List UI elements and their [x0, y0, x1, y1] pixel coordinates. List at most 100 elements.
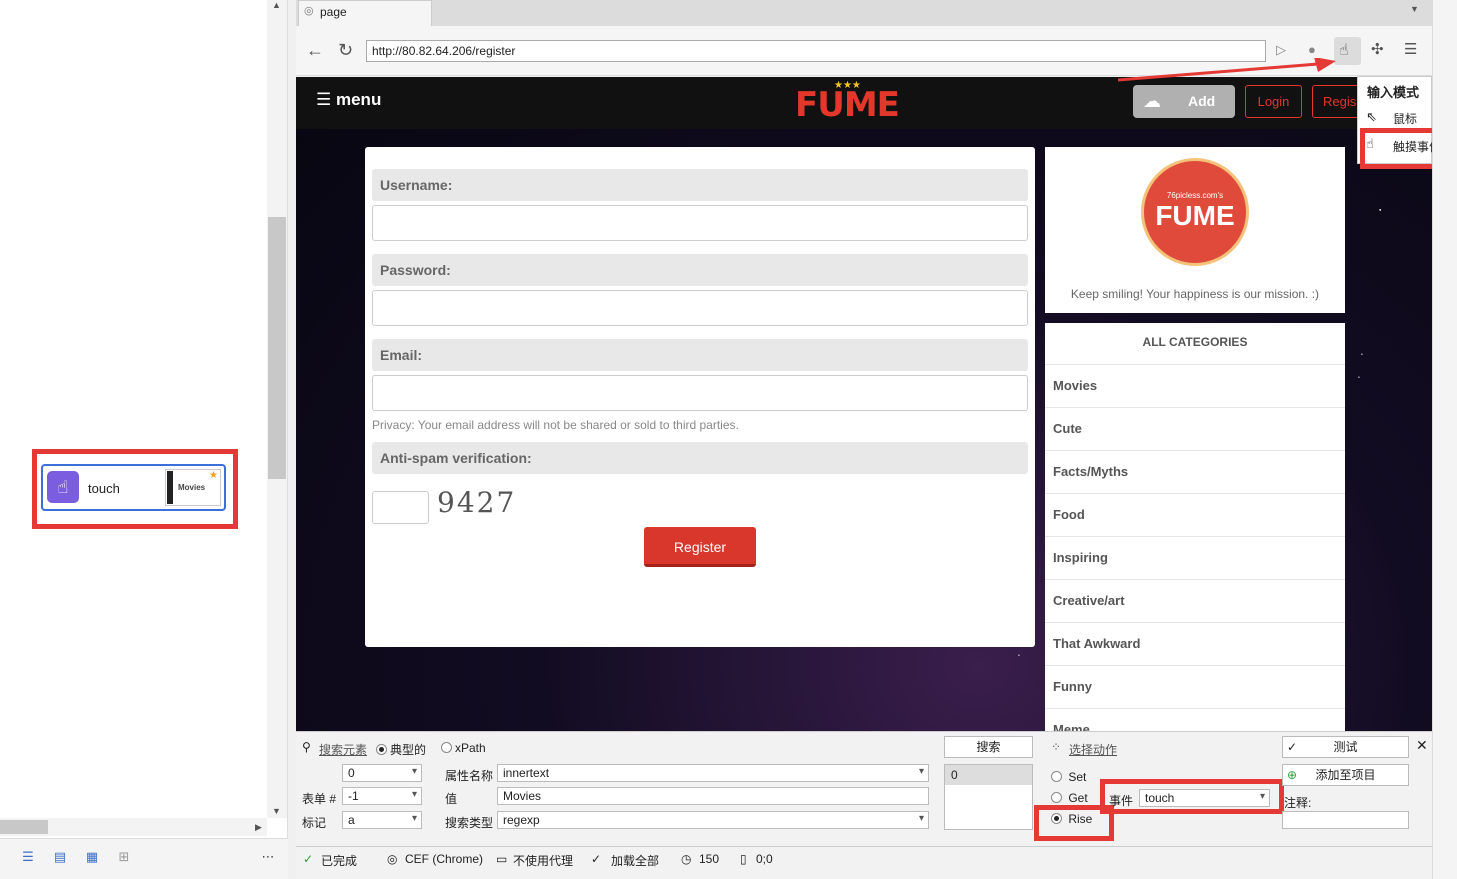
- note-input[interactable]: [1282, 811, 1409, 829]
- username-label: Username:: [372, 169, 1028, 201]
- logo-stars-icon: ★★★: [834, 80, 861, 91]
- typical-radio[interactable]: 典型的: [376, 741, 426, 758]
- value-label: 值: [445, 792, 458, 806]
- hand-pointer-icon[interactable]: ☝: [1339, 40, 1349, 60]
- clock-icon: ◷: [681, 852, 692, 866]
- status-engine[interactable]: CEF (Chrome): [405, 852, 483, 866]
- category-item[interactable]: Facts/Myths: [1045, 450, 1345, 493]
- choose-action-link[interactable]: 选择动作: [1069, 741, 1117, 758]
- input-mode-title: 输入模式: [1367, 85, 1420, 100]
- index-select[interactable]: 0: [342, 764, 422, 782]
- tab-dropdown-icon[interactable]: ▼: [1410, 4, 1419, 14]
- record-icon[interactable]: ●: [1308, 42, 1316, 57]
- tab-title: page: [320, 5, 347, 19]
- browser-tab[interactable]: [298, 0, 432, 26]
- username-input[interactable]: [372, 205, 1028, 241]
- action-node-label: touch: [88, 481, 120, 496]
- add-to-project-button[interactable]: ⊕ 添加至项目: [1282, 764, 1409, 786]
- canvas-toolbar: ☰ ▤ ▦ ⊞ ⋯: [0, 838, 288, 879]
- status-proxy[interactable]: 不使用代理: [513, 852, 573, 869]
- hamburger-icon: ☰: [316, 90, 332, 109]
- status-load-all[interactable]: 加载全部: [611, 852, 659, 869]
- register-button[interactable]: Register: [644, 527, 756, 567]
- sidebar-logo-site: 76picless.com's: [1166, 191, 1224, 200]
- highlight-box: [1100, 779, 1284, 814]
- check-circle-icon: ✓: [1287, 740, 1298, 754]
- input-mode-mouse[interactable]: 鼠标: [1393, 110, 1417, 127]
- form-select[interactable]: -1: [342, 787, 422, 805]
- email-input[interactable]: [372, 375, 1028, 411]
- note-label: 注释:: [1284, 796, 1312, 810]
- hand-pointer-icon: ☝: [47, 471, 79, 503]
- search-type-select[interactable]: regexp: [497, 811, 929, 829]
- category-item[interactable]: Inspiring: [1045, 536, 1345, 579]
- action-get-radio[interactable]: Get: [1051, 791, 1088, 805]
- horizontal-scroll-thumb[interactable]: [0, 820, 48, 834]
- email-label: Email:: [372, 339, 1028, 371]
- action-get-label: Get: [1068, 791, 1088, 805]
- result-count[interactable]: 0: [945, 765, 1032, 785]
- radio-checked-icon: [376, 744, 387, 755]
- check-circle-icon: ✓: [303, 852, 314, 866]
- sidebar-logo[interactable]: 76picless.com's FUME: [1141, 158, 1249, 266]
- radio-empty-icon: [441, 742, 452, 753]
- add-to-project-label: 添加至项目: [1315, 768, 1376, 782]
- close-icon[interactable]: ✕: [1416, 737, 1428, 754]
- category-item[interactable]: That Awkward: [1045, 622, 1345, 665]
- cloud-upload-icon: ☁: [1143, 91, 1161, 111]
- privacy-note: Privacy: Your email address will not be …: [372, 418, 739, 432]
- captcha-input[interactable]: [372, 491, 429, 524]
- scroll-down-arrow-icon[interactable]: ▼: [272, 806, 281, 816]
- table-icon[interactable]: ▤: [52, 849, 68, 865]
- globe-icon: ◎: [304, 5, 314, 17]
- play-icon[interactable]: ▷: [1276, 42, 1286, 58]
- reload-icon[interactable]: ↻: [338, 40, 353, 61]
- sidebar-logo-text: FUME: [1155, 200, 1235, 231]
- star-icon: ★: [209, 470, 218, 481]
- password-input[interactable]: [372, 290, 1028, 326]
- scroll-up-arrow-icon[interactable]: ▲: [272, 0, 281, 10]
- scroll-right-arrow-icon[interactable]: ▶: [255, 822, 262, 833]
- vertical-scroll-thumb[interactable]: [268, 217, 286, 479]
- attr-name-label: 属性名称: [445, 769, 494, 783]
- plus-circle-icon: ⊕: [1287, 768, 1298, 782]
- status-coords: 0;0: [756, 852, 773, 866]
- test-button-label: 测试: [1333, 740, 1358, 754]
- more-icon[interactable]: ⋯: [260, 849, 276, 865]
- tag-select[interactable]: a: [342, 811, 422, 829]
- grid-icon[interactable]: ▦: [84, 849, 100, 865]
- category-item[interactable]: Movies: [1045, 364, 1345, 407]
- back-arrow-icon[interactable]: ←: [306, 40, 324, 61]
- login-button[interactable]: Login: [1245, 85, 1302, 118]
- hamburger-menu-icon[interactable]: ☰: [1404, 40, 1417, 58]
- xpath-radio[interactable]: xPath: [441, 741, 486, 755]
- search-icon: ⚲: [302, 740, 311, 754]
- search-button[interactable]: 搜索: [944, 736, 1033, 758]
- value-input[interactable]: Movies: [497, 787, 929, 805]
- xpath-label: xPath: [455, 741, 486, 755]
- add-block-icon[interactable]: ⊞: [116, 849, 132, 865]
- password-label: Password:: [372, 254, 1028, 286]
- search-element-link[interactable]: 搜索元素: [319, 741, 367, 758]
- annotation-arrow: [1118, 58, 1336, 82]
- category-item[interactable]: Cute: [1045, 407, 1345, 450]
- site-menu-button[interactable]: ☰ menu: [316, 90, 381, 110]
- mission-text: Keep smiling! Your happiness is our miss…: [1070, 287, 1320, 301]
- attr-name-select[interactable]: innertext: [497, 764, 929, 782]
- category-item[interactable]: Food: [1045, 493, 1345, 536]
- site-logo[interactable]: FUME: [795, 85, 900, 125]
- action-grid-icon: ⁘: [1051, 740, 1062, 754]
- action-set-radio[interactable]: Set: [1051, 770, 1086, 784]
- project-canvas[interactable]: [0, 0, 288, 879]
- category-item[interactable]: Funny: [1045, 665, 1345, 708]
- tag-label: 标记: [302, 816, 327, 830]
- status-timeout[interactable]: 150: [699, 852, 719, 866]
- mouse-icon: ▯: [740, 852, 747, 866]
- category-item[interactable]: Creative/art: [1045, 579, 1345, 622]
- test-button[interactable]: ✓ 测试: [1282, 736, 1409, 758]
- add-button[interactable]: ☁ Add: [1133, 85, 1235, 118]
- add-button-label: Add: [1188, 93, 1216, 109]
- register-nav-button[interactable]: Regis: [1312, 85, 1362, 118]
- list-icon[interactable]: ☰: [20, 849, 36, 865]
- puzzle-icon[interactable]: ✣: [1371, 40, 1384, 58]
